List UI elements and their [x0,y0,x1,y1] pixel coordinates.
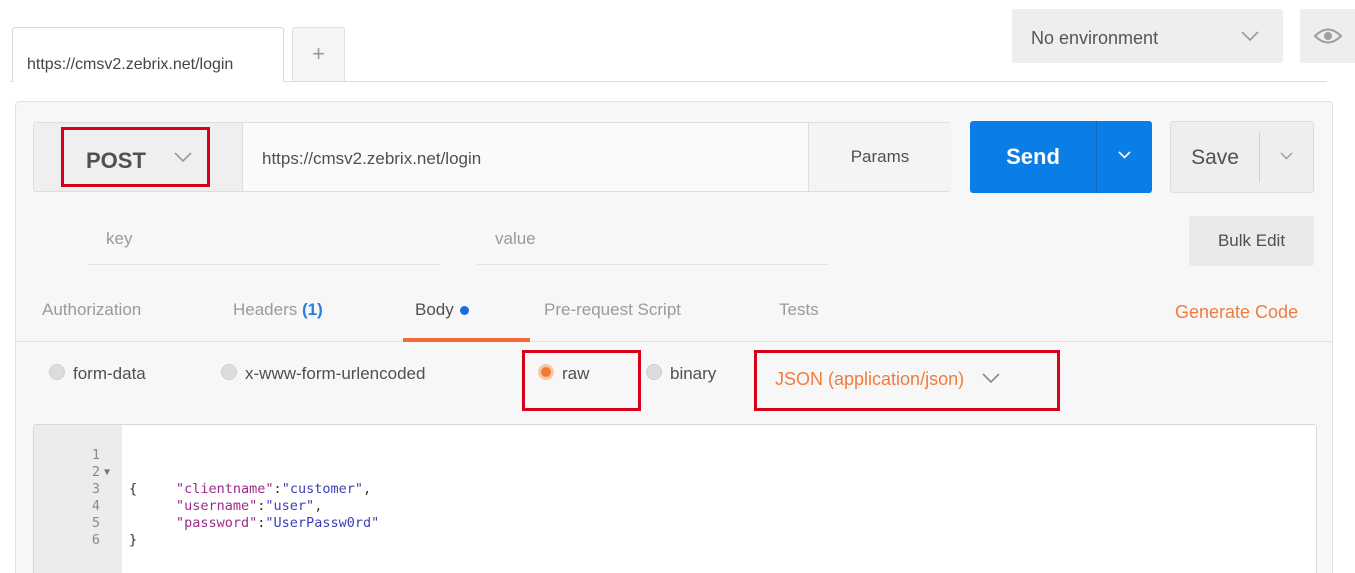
json-comma: , [314,498,323,514]
tab-body[interactable]: Body [415,300,469,320]
generate-code-link[interactable]: Generate Code [1175,302,1298,323]
save-button-group: Save [1170,121,1314,193]
send-options-button[interactable] [1097,121,1152,193]
json-key: "password" [176,515,258,531]
tab-label: Headers [233,300,298,319]
tab-pre-request-script[interactable]: Pre-request Script [544,300,681,320]
code-text: } [129,532,138,548]
tab-label: Pre-request Script [544,300,681,319]
radio-dot-icon [49,364,65,380]
chevron-down-icon [1241,31,1259,42]
plus-icon: + [312,41,325,66]
code-line: 3 "username":"user", [34,464,322,514]
radio-x-www-form-urlencoded[interactable]: x-www-form-urlencoded [221,364,425,384]
json-value: "customer" [281,481,363,497]
tab-tests[interactable]: Tests [779,300,819,320]
json-value: "user" [265,498,315,514]
code-line: 1 ▼ { [34,430,137,497]
radio-dot-icon [646,364,662,380]
send-button-group: Send [970,121,1152,193]
param-key-input[interactable]: key [88,225,440,265]
request-tab-label: https://cmsv2.zebrix.net/login [27,56,234,73]
code-text: "clientname":"customer", [176,481,371,498]
code-line: 6 [34,515,100,548]
line-number: 6 [91,532,100,548]
param-value-input[interactable]: value [477,225,829,265]
tab-label: Body [415,300,454,319]
request-tab[interactable]: https://cmsv2.zebrix.net/login [12,27,284,82]
code-line: 5 } [34,498,137,548]
radio-dot-icon [221,364,237,380]
highlight-content-type-box [754,350,1060,411]
highlight-method-box [61,127,210,187]
json-value: "UserPassw0rd" [265,515,380,531]
code-text: { [129,481,138,497]
code-line: 4 "password":"UserPassw0rd" [34,481,379,531]
send-button[interactable]: Send [970,121,1096,193]
radio-label: x-www-form-urlencoded [245,364,426,383]
json-key: "clientname" [176,481,274,497]
code-text: "password":"UserPassw0rd" [176,515,379,532]
tab-strip: https://cmsv2.zebrix.net/login + No envi… [0,0,1355,82]
radio-label: binary [670,364,717,383]
json-colon: : [273,481,282,497]
code-line: 2 "clientname":"customer", [34,447,371,497]
tab-authorization[interactable]: Authorization [42,300,141,320]
radio-form-data[interactable]: form-data [49,364,146,384]
request-section-tabs: Authorization Headers (1) Body Pre-reque… [15,290,1333,342]
highlight-raw-box [522,350,641,411]
save-button[interactable]: Save [1171,122,1259,192]
tab-label: Authorization [42,300,142,319]
environment-select[interactable]: No environment [1012,9,1283,63]
body-code-editor[interactable]: 1 ▼ { 2 "clientname":"customer", 3 "user… [33,424,1317,573]
new-tab-button[interactable]: + [292,27,345,81]
radio-label: form-data [73,364,146,383]
fold-arrow-icon[interactable]: ▼ [104,464,110,481]
json-key: "username" [176,498,258,514]
environment-label: No environment [1031,28,1159,48]
radio-binary[interactable]: binary [646,364,716,384]
tab-label: Tests [779,300,819,319]
chevron-down-icon [1280,152,1293,160]
eye-icon [1314,28,1342,44]
json-comma: , [362,481,372,497]
params-button[interactable]: Params [808,123,951,191]
save-options-button[interactable] [1260,122,1314,192]
tab-headers[interactable]: Headers (1) [233,300,323,320]
active-tab-indicator [403,338,530,342]
modified-dot-icon [459,306,469,316]
headers-count-badge: (1) [302,300,323,319]
url-input[interactable]: https://cmsv2.zebrix.net/login [262,149,481,169]
bulk-edit-button[interactable]: Bulk Edit [1189,216,1314,266]
environment-quick-look-button[interactable] [1300,9,1355,63]
code-text: "username":"user", [176,498,322,515]
chevron-down-icon [1118,151,1131,159]
